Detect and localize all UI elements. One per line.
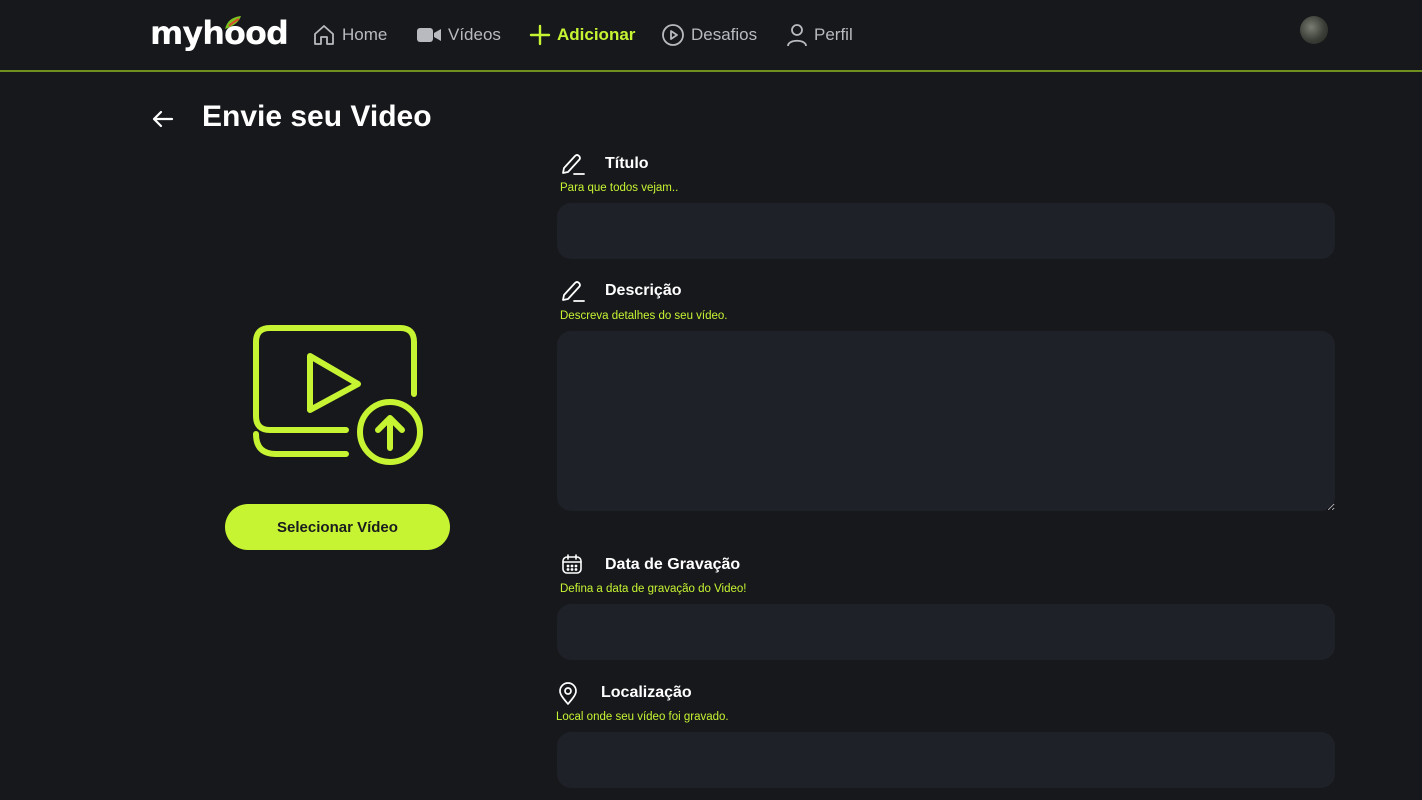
title-hint: Para que todos vejam..	[560, 182, 679, 194]
nav-desafios-label: Desafios	[691, 25, 758, 44]
nav-perfil-label: Perfil	[814, 25, 853, 44]
description-hint: Descreva detalhes do seu vídeo.	[560, 310, 728, 322]
description-label: Descrição	[605, 282, 682, 299]
recording-date-label: Data de Gravação	[605, 556, 741, 573]
nav-adicionar-label: Adicionar	[557, 25, 636, 44]
calendar-icon	[562, 554, 582, 574]
nav-home[interactable]: Home	[312, 22, 387, 48]
location-hint: Local onde seu vídeo foi gravado.	[556, 711, 729, 723]
location-label: Localização	[601, 684, 692, 701]
title-input[interactable]	[557, 203, 1335, 259]
top-navbar: myhood Home Vídeos Adicionar Desafios Pe…	[0, 0, 1422, 72]
video-upload-icon	[253, 325, 423, 465]
leaf-icon	[225, 16, 241, 29]
nav-videos[interactable]: Vídeos	[416, 22, 501, 48]
logo[interactable]: myhood	[150, 14, 289, 52]
description-textarea[interactable]	[557, 331, 1335, 511]
pencil-icon	[562, 154, 585, 175]
home-icon	[314, 25, 334, 45]
nav-videos-label: Vídeos	[448, 25, 501, 44]
select-video-button[interactable]: Selecionar Vídeo	[225, 504, 450, 550]
recording-date-input[interactable]	[557, 604, 1335, 660]
recording-date-hint: Defina a data de gravação do Video!	[560, 583, 747, 595]
location-input[interactable]	[557, 732, 1335, 788]
pencil-icon	[562, 281, 585, 302]
nav-perfil[interactable]: Perfil	[786, 22, 853, 48]
plus-icon	[529, 24, 551, 46]
back-arrow-icon[interactable]	[150, 106, 176, 132]
page-title: Envie seu Video	[202, 100, 432, 133]
user-icon	[787, 24, 807, 47]
video-camera-icon	[417, 28, 441, 42]
play-circle-icon	[662, 24, 684, 46]
title-label: Título	[605, 155, 649, 172]
nav-adicionar[interactable]: Adicionar	[529, 22, 635, 48]
nav-desafios[interactable]: Desafios	[661, 22, 757, 48]
avatar[interactable]	[1300, 16, 1328, 44]
nav-home-label: Home	[342, 25, 388, 44]
location-pin-icon	[559, 682, 577, 705]
